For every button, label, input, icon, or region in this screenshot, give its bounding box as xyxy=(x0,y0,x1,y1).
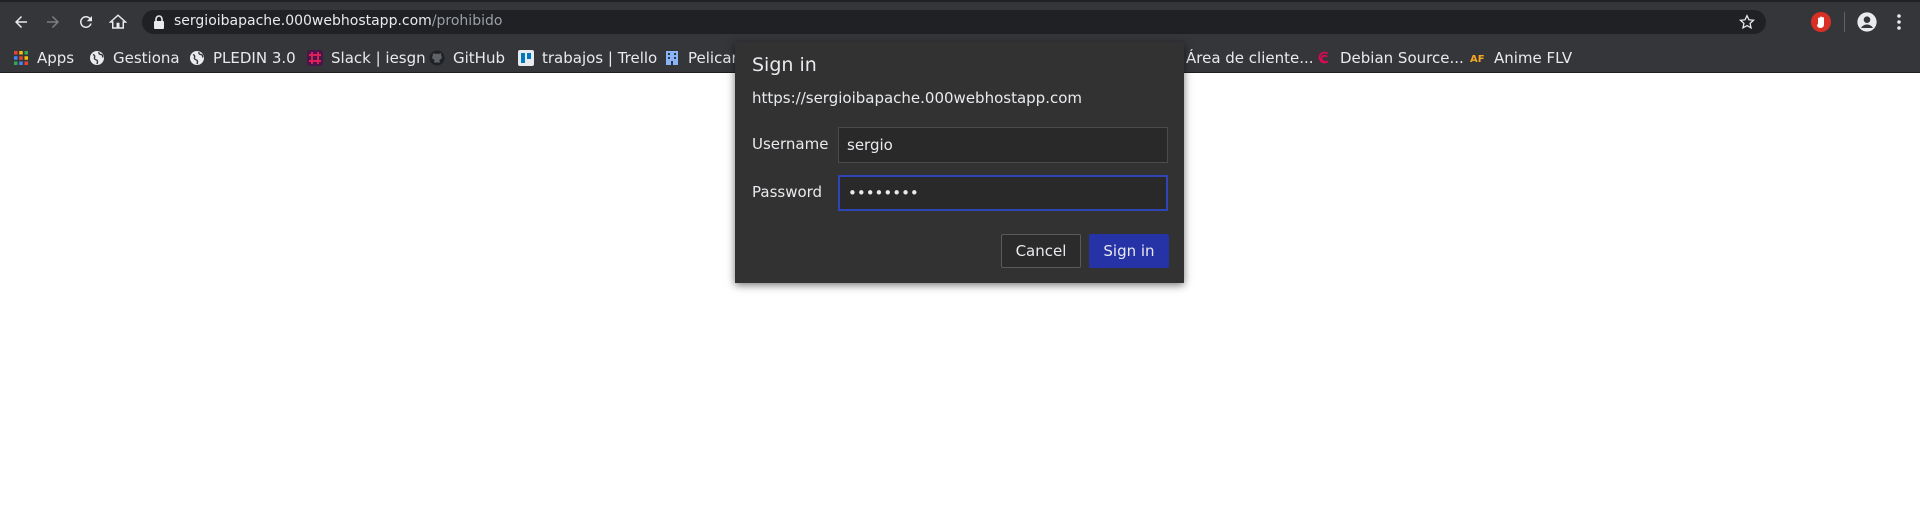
bookmark-apps[interactable]: Apps xyxy=(13,47,74,69)
back-button[interactable] xyxy=(8,9,34,35)
url-path: /prohibido xyxy=(431,13,503,29)
bookmark-pledin[interactable]: PLEDIN 3.0 xyxy=(189,47,296,69)
sign-in-button[interactable]: Sign in xyxy=(1089,234,1169,268)
building-icon xyxy=(664,50,680,66)
bookmark-label: PLEDIN 3.0 xyxy=(213,49,296,67)
browser-toolbar: sergioibapache.000webhostapp.com/prohibi… xyxy=(0,0,1920,42)
username-field[interactable]: sergio xyxy=(838,127,1168,163)
apps-grid-icon xyxy=(13,50,29,66)
trello-icon xyxy=(518,50,534,66)
password-field[interactable]: •••••••• xyxy=(838,175,1168,211)
dialog-origin: https://sergioibapache.000webhostapp.com xyxy=(752,89,1082,107)
forward-arrow-icon xyxy=(47,16,59,28)
bookmark-debian[interactable]: Debian Source... xyxy=(1316,47,1464,69)
bookmark-label: Slack | iesgn xyxy=(331,49,426,67)
bookmark-label: Apps xyxy=(37,49,75,67)
tabstrip-edge xyxy=(0,0,1920,2)
bookmark-pelican[interactable]: Pelican xyxy=(664,47,741,69)
reload-button[interactable] xyxy=(73,9,99,35)
address-bar[interactable]: sergioibapache.000webhostapp.com/prohibi… xyxy=(142,10,1766,34)
bookmark-label: Debian Source... xyxy=(1340,49,1464,67)
back-arrow-icon xyxy=(15,16,27,28)
password-label: Password xyxy=(752,183,823,201)
reload-icon xyxy=(79,15,92,28)
bookmark-animeflv[interactable]: AF Anime FLV xyxy=(1470,47,1572,69)
bookmark-gestiona[interactable]: Gestiona xyxy=(89,47,180,69)
dialog-title: Sign in xyxy=(752,54,817,76)
github-icon xyxy=(429,50,445,66)
animeflv-icon: AF xyxy=(1470,50,1486,66)
url-text: sergioibapache.000webhostapp.com/prohibi… xyxy=(174,13,502,29)
bookmark-label: Anime FLV xyxy=(1494,49,1573,67)
svg-text:AF: AF xyxy=(1470,54,1485,65)
home-icon xyxy=(109,14,127,29)
bookmark-label: Gestiona xyxy=(113,49,180,67)
bookmark-label: Pelican xyxy=(688,49,742,67)
bookmark-area-cliente[interactable]: Área de cliente... xyxy=(1186,47,1314,69)
bookmark-github[interactable]: GitHub xyxy=(429,47,505,69)
extension-block-icon[interactable] xyxy=(1810,11,1832,33)
forward-button[interactable] xyxy=(40,9,66,35)
bookmark-slack[interactable]: Slack | iesgn xyxy=(307,47,426,69)
profile-avatar-icon[interactable] xyxy=(1856,11,1878,33)
toolbar-divider xyxy=(1844,12,1845,32)
home-button[interactable] xyxy=(105,9,131,35)
bookmark-label: trabajos | Trello xyxy=(542,49,658,67)
slack-icon xyxy=(307,50,323,66)
bookmark-label: GitHub xyxy=(453,49,505,67)
lock-icon[interactable] xyxy=(152,14,166,30)
sign-in-dialog: Sign in https://sergioibapache.000webhos… xyxy=(735,42,1184,283)
cancel-button[interactable]: Cancel xyxy=(1001,234,1081,268)
bookmark-star-icon[interactable] xyxy=(1738,13,1756,31)
username-label: Username xyxy=(752,135,829,153)
globe-icon xyxy=(89,50,105,66)
globe-icon xyxy=(189,50,205,66)
bookmark-trello[interactable]: trabajos | Trello xyxy=(518,47,657,69)
debian-icon xyxy=(1316,50,1332,66)
browser-menu-icon[interactable] xyxy=(1888,11,1910,33)
bookmark-label: Área de cliente... xyxy=(1186,49,1314,67)
url-host: sergioibapache.000webhostapp.com xyxy=(174,13,432,29)
